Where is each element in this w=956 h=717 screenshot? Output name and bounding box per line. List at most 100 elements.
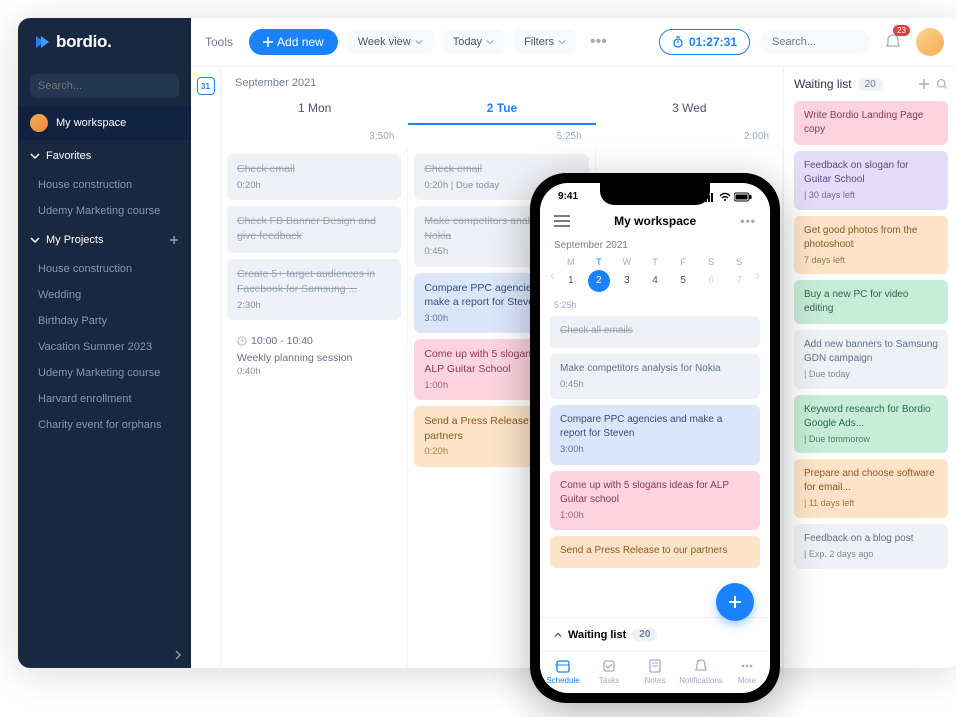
task-card[interactable]: Check FB Banner Design and give feedback xyxy=(227,206,401,253)
waiting-card[interactable]: Prepare and choose software for email...… xyxy=(794,459,948,518)
sidebar: bordio. My workspace Favorites House con… xyxy=(18,18,191,668)
waiting-list-panel: Waiting list 20 Write Bordio Landing Pag… xyxy=(783,67,956,668)
phone-task-card[interactable]: Make competitors analysis for Nokia0:45h xyxy=(550,354,760,399)
tab-icon xyxy=(739,658,755,674)
chevron-down-icon xyxy=(30,151,40,161)
phone-day[interactable]: T2 xyxy=(585,257,613,292)
user-avatar[interactable] xyxy=(916,28,944,56)
add-new-button[interactable]: Add new xyxy=(249,29,338,55)
chevron-left-icon[interactable]: ‹ xyxy=(548,267,557,283)
timer[interactable]: 01:27:31 xyxy=(659,29,750,55)
today-button[interactable]: Today xyxy=(443,30,504,54)
chevron-right-icon[interactable]: › xyxy=(753,267,762,283)
view-select[interactable]: Week view xyxy=(348,30,433,54)
top-search[interactable] xyxy=(760,30,870,54)
phone-day-strip[interactable]: ‹M1T2W3T4F5S6S7› xyxy=(540,255,770,294)
sidebar-search-input[interactable] xyxy=(38,80,180,92)
task-card[interactable]: Check email0:20h xyxy=(227,154,401,200)
waiting-card[interactable]: Add new banners to Samsung GDN campaign|… xyxy=(794,330,948,389)
phone-tab-notifications[interactable]: Notifications xyxy=(678,658,724,685)
favorites-list: House constructionUdemy Marketing course xyxy=(18,172,191,224)
chevron-down-icon xyxy=(558,38,566,46)
waiting-card[interactable]: Feedback on slogan for Guitar School| 30… xyxy=(794,151,948,210)
brand-name: bordio. xyxy=(56,32,112,52)
task-card[interactable]: 10:00 - 10:40Weekly planning session0:40… xyxy=(227,326,401,387)
sidebar-search[interactable] xyxy=(30,74,179,98)
phone-day[interactable]: M1 xyxy=(557,257,585,292)
tab-icon xyxy=(647,658,663,674)
sidebar-item[interactable]: Charity event for orphans xyxy=(18,412,191,438)
chevron-up-icon xyxy=(554,631,562,639)
chevron-down-icon xyxy=(30,235,40,245)
phone-tab-notes[interactable]: Notes xyxy=(632,658,678,685)
logo: bordio. xyxy=(18,18,191,66)
day-column[interactable]: Check email0:20h Check FB Banner Design a… xyxy=(221,148,408,668)
phone-tab-more[interactable]: More xyxy=(724,658,770,685)
day-header[interactable]: 2 Tue xyxy=(408,93,595,125)
filters-button[interactable]: Filters xyxy=(514,30,576,54)
phone-task-card[interactable]: Send a Press Release to our partners xyxy=(550,536,760,568)
phone-day[interactable]: S7 xyxy=(725,257,753,292)
phone-header: My workspace ••• xyxy=(540,206,770,236)
phone-task-card[interactable]: Come up with 5 slogans ideas for ALP Gui… xyxy=(550,471,760,530)
task-card[interactable]: Create 5+ target audiences in Facebook f… xyxy=(227,259,401,320)
phone-day[interactable]: S6 xyxy=(697,257,725,292)
sidebar-item[interactable]: Harvard enrollment xyxy=(18,386,191,412)
wifi-icon xyxy=(719,192,731,202)
waiting-card[interactable]: Buy a new PC for video editing xyxy=(794,280,948,324)
projects-list: House constructionWeddingBirthday PartyV… xyxy=(18,256,191,438)
phone-day[interactable]: F5 xyxy=(669,257,697,292)
battery-icon xyxy=(734,192,752,202)
sidebar-item[interactable]: Birthday Party xyxy=(18,308,191,334)
day-hours: 2:00h xyxy=(596,125,783,148)
sidebar-item[interactable]: House construction xyxy=(18,256,191,282)
phone-tab-tasks[interactable]: Tasks xyxy=(586,658,632,685)
sidebar-item[interactable]: Wedding xyxy=(18,282,191,308)
more-icon[interactable]: ••• xyxy=(586,33,611,51)
tools-label[interactable]: Tools xyxy=(205,35,233,49)
day-hours: 3:50h xyxy=(221,125,408,148)
phone-day[interactable]: T4 xyxy=(641,257,669,292)
projects-toggle[interactable]: My Projects xyxy=(18,224,191,256)
sidebar-item[interactable]: Udemy Marketing course xyxy=(18,198,191,224)
notifications-button[interactable]: 23 xyxy=(880,29,906,55)
workspace-name: My workspace xyxy=(56,117,126,129)
search-icon[interactable] xyxy=(936,78,948,90)
phone-task-card[interactable]: Compare PPC agencies and make a report f… xyxy=(550,405,760,464)
more-icon[interactable]: ••• xyxy=(740,214,756,228)
waiting-title: Waiting list xyxy=(794,77,852,91)
sidebar-item[interactable]: Udemy Marketing course xyxy=(18,360,191,386)
plus-icon[interactable] xyxy=(918,78,930,90)
phone-hours: 5:25h xyxy=(540,294,770,316)
plus-icon[interactable] xyxy=(169,235,179,245)
tab-icon xyxy=(601,658,617,674)
waiting-card[interactable]: Keyword research for Bordio Google Ads..… xyxy=(794,395,948,454)
notif-badge: 23 xyxy=(893,25,910,36)
menu-icon[interactable] xyxy=(554,215,570,227)
favorites-toggle[interactable]: Favorites xyxy=(18,140,191,172)
waiting-card[interactable]: Get good photos from the photoshoot7 day… xyxy=(794,216,948,275)
waiting-card[interactable]: Write Bordio Landing Page copy xyxy=(794,101,948,145)
sidebar-item[interactable]: Vacation Summer 2023 xyxy=(18,334,191,360)
hours-row: 3:50h5:25h2:00h xyxy=(221,125,783,148)
day-hours: 5:25h xyxy=(408,125,595,148)
phone-task-card[interactable]: Check all emails xyxy=(550,316,760,348)
month-label: September 2021 xyxy=(221,67,783,89)
sidebar-item[interactable]: House construction xyxy=(18,172,191,198)
logo-icon xyxy=(34,34,50,50)
chevron-right-icon[interactable] xyxy=(173,650,183,660)
phone-month: September 2021 xyxy=(540,236,770,255)
calendar-icon[interactable]: 31 xyxy=(197,77,215,95)
tab-icon xyxy=(555,658,571,674)
phone-task-list[interactable]: Check all emails Make competitors analysi… xyxy=(540,316,770,617)
clock-icon xyxy=(237,336,247,346)
phone-add-button[interactable] xyxy=(716,583,754,621)
day-header[interactable]: 3 Wed xyxy=(596,93,783,125)
phone-tab-schedule[interactable]: Schedule xyxy=(540,658,586,685)
waiting-card[interactable]: Feedback on a blog post| Exp. 2 days ago xyxy=(794,524,948,569)
day-headers: 1 Mon2 Tue3 Wed xyxy=(221,89,783,125)
day-header[interactable]: 1 Mon xyxy=(221,93,408,125)
phone-day[interactable]: W3 xyxy=(613,257,641,292)
workspace-selector[interactable]: My workspace xyxy=(18,106,191,140)
phone-waiting-toggle[interactable]: Waiting list 20 xyxy=(540,617,770,651)
